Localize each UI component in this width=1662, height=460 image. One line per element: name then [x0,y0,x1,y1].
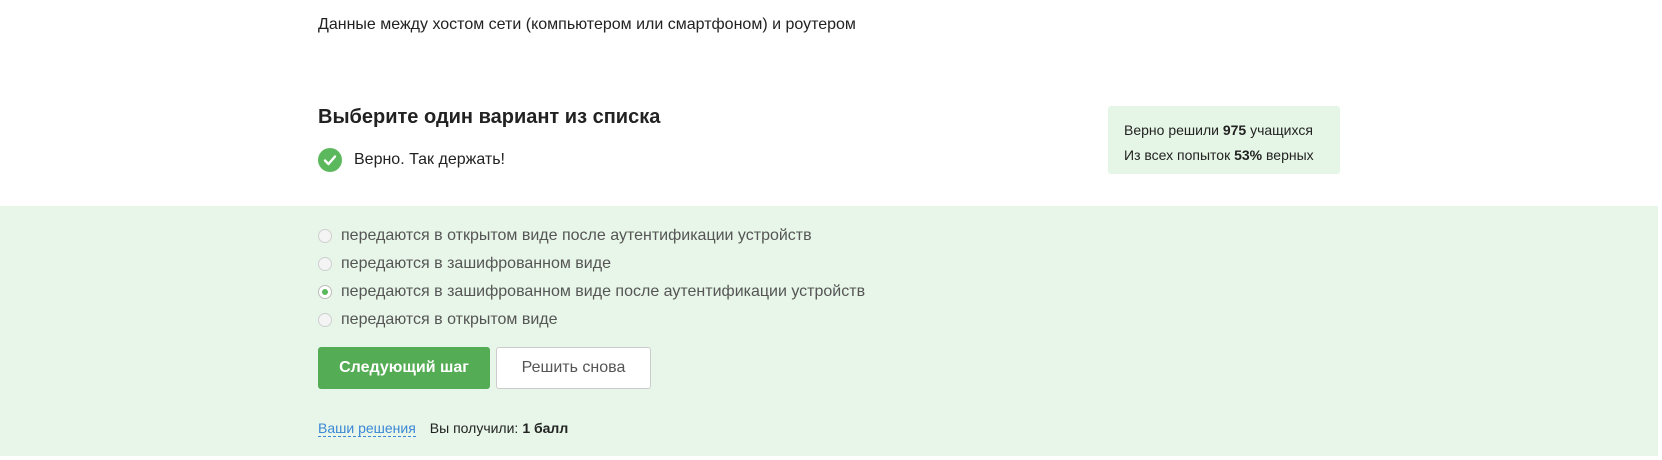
next-step-button[interactable]: Следующий шаг [318,347,490,389]
footer-row: Ваши решения Вы получили: 1 балл [318,420,568,437]
stats-attempts: Из всех попыток 53% верных [1124,143,1324,168]
radio-button[interactable] [318,229,332,243]
stats-attempts-suffix: верных [1266,147,1314,163]
radio-button[interactable] [318,285,332,299]
stats-solved: Верно решили 975 учащихся [1124,118,1324,143]
stats-attempts-prefix: Из всех попыток [1124,147,1231,163]
your-solutions-link[interactable]: Ваши решения [318,420,416,437]
option-item[interactable]: передаются в открытом виде после аутенти… [318,222,865,250]
option-label: передаются в открытом виде [341,311,558,328]
question-text: Данные между хостом сети (компьютером ил… [318,16,856,33]
options-list: передаются в открытом виде после аутенти… [318,222,865,334]
radio-button[interactable] [318,313,332,327]
radio-button[interactable] [318,257,332,271]
stats-solved-count: 975 [1222,122,1247,138]
correct-status: Верно. Так держать! [318,148,505,172]
check-circle-icon [318,148,342,172]
stats-solved-prefix: Верно решили [1124,122,1219,138]
stats-attempts-percent: 53% [1234,147,1263,163]
action-buttons: Следующий шаг Решить снова [318,347,651,389]
status-text: Верно. Так держать! [354,151,505,168]
solve-again-button[interactable]: Решить снова [496,347,651,389]
option-label: передаются в открытом виде после аутенти… [341,227,812,244]
step-page: Данные между хостом сети (компьютером ил… [0,0,1662,460]
option-item[interactable]: передаются в зашифрованном виде после ау… [318,278,865,306]
stats-solved-suffix: учащихся [1250,122,1313,138]
option-label: передаются в зашифрованном виде после ау… [341,283,866,300]
option-item[interactable]: передаются в зашифрованном виде [318,250,865,278]
score-label: Вы получили: [429,420,519,436]
prompt-title: Выберите один вариант из списка [318,106,661,128]
option-label: передаются в зашифрованном виде [341,255,611,272]
stats-box: Верно решили 975 учащихся Из всех попыто… [1108,106,1340,174]
answer-area: передаются в открытом виде после аутенти… [0,206,1658,456]
score-value: 1 балл [522,420,569,436]
option-item[interactable]: передаются в открытом виде [318,306,865,334]
